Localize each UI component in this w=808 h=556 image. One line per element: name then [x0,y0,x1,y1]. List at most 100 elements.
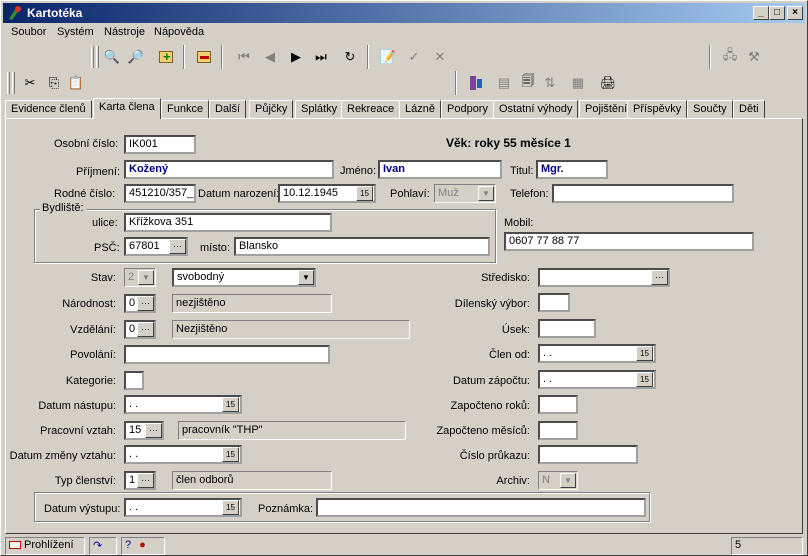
archiv-select[interactable]: N ▼ [538,471,578,490]
chevron-down-icon[interactable]: ▼ [560,473,576,488]
tab-evidence-clenu[interactable]: Evidence členů [5,100,92,118]
next-record-icon[interactable]: ▶ [285,46,307,68]
tab-karta-clena[interactable]: Karta člena [93,98,161,119]
tab-prispevky[interactable]: Příspěvky [627,100,688,118]
tab-deti[interactable]: Děti [733,100,765,118]
chevron-down-icon[interactable]: ▼ [478,186,494,201]
chevron-down-icon[interactable]: ▼ [298,270,314,285]
calendar-icon[interactable]: 15 [636,372,653,387]
pohlavi-select[interactable]: Muž ▼ [434,184,496,203]
rodne-cislo-label: Rodné číslo: [54,188,116,200]
cislo-prukazu-field[interactable] [538,445,638,464]
cut-icon[interactable]: ✂ [19,72,41,94]
record-count: 5 [731,537,803,555]
toolbar-grip[interactable] [91,46,94,68]
previous-record-icon[interactable]: ◀ [259,46,281,68]
toolbar-grip[interactable] [7,72,10,94]
find-icon[interactable]: 🔍 [101,46,123,68]
zapocteno-roku-field[interactable] [538,395,578,414]
lookup-icon[interactable]: ··· [137,322,154,337]
documents-icon[interactable]: 🗐 [517,72,539,94]
lookup-icon[interactable]: ··· [137,296,154,311]
cancel-icon[interactable]: ✕ [429,46,451,68]
menu-napoveda[interactable]: Nápověda [154,26,204,38]
close-button[interactable]: × [787,6,803,20]
calendar-icon[interactable]: 15 [636,346,653,361]
dilensky-vybor-field[interactable] [538,293,570,312]
copy-icon[interactable]: ⎘ [43,72,65,94]
lookup-icon[interactable]: ··· [651,270,668,285]
maximize-button[interactable]: □ [769,6,785,20]
calculator-icon[interactable]: ▤ [493,72,515,94]
datum-nastupu-field[interactable]: . . 15 [124,395,242,414]
lookup-icon[interactable]: ··· [145,423,162,438]
osobni-cislo-field[interactable]: IK001 [124,135,196,154]
add-record-icon[interactable]: + [155,46,177,68]
datum-zapoctu-field[interactable]: . . 15 [538,370,656,389]
zapocteno-mesicu-field[interactable] [538,421,578,440]
toolbar-grip[interactable] [12,72,15,94]
tab-pujcky[interactable]: Půjčky [249,100,294,118]
minimize-button[interactable]: _ [753,6,769,20]
prijmeni-field[interactable]: Kožený [124,160,334,179]
vzdelani-code-field[interactable]: 0 ··· [124,320,156,339]
tab-ostatni-vyhody[interactable]: Ostatní výhody [493,100,579,118]
tab-pojisteni[interactable]: Pojištění [579,100,634,118]
calendar-icon[interactable]: 15 [222,447,239,462]
toolbar-grip[interactable] [96,46,99,68]
calendar-icon[interactable]: 15 [222,397,239,412]
narodnost-code-field[interactable]: 0 ··· [124,294,156,313]
jmeno-field[interactable]: Ivan [378,160,502,179]
datum-vystupu-field[interactable]: . . 15 [124,498,242,517]
tab-soucty[interactable]: Součty [687,100,733,118]
tab-splatky[interactable]: Splátky [295,100,344,118]
typ-clenstvi-code-field[interactable]: 1 ··· [124,471,156,490]
print-preview-icon[interactable]: 🖨 [597,72,619,94]
menu-soubor[interactable]: Soubor [11,26,46,38]
menu-nastroje[interactable]: Nástroje [104,26,145,38]
povolani-field[interactable] [124,345,330,364]
table-icon[interactable]: ▦ [567,72,589,94]
first-record-icon[interactable]: ⏮ [233,46,255,68]
title-bar[interactable]: Kartotéka _ □ × [3,3,805,23]
edit-icon[interactable]: 📝 [377,46,399,68]
kategorie-field[interactable] [124,371,144,390]
last-record-icon[interactable]: ⏭ [310,46,332,68]
usek-field[interactable] [538,319,596,338]
pracovni-vztah-code-field[interactable]: 15 ··· [124,421,164,440]
datum-zmeny-vztahu-field[interactable]: . . 15 [124,445,242,464]
tab-podpory[interactable]: Podpory [441,100,494,118]
psc-field[interactable]: 67801 ··· [124,237,188,256]
tools-icon[interactable]: ⚒ [743,46,765,68]
menu-system[interactable]: Systém [57,26,94,38]
transfer-icon[interactable]: ⇅ [539,72,561,94]
stav-code-select[interactable]: 2 ▼ [124,268,156,287]
refresh-icon[interactable]: ↻ [339,46,361,68]
calendar-icon[interactable]: 15 [356,186,373,201]
lookup-icon[interactable]: ··· [137,473,154,488]
stav-select[interactable]: svobodný ▼ [172,268,316,287]
lookup-icon[interactable]: ··· [169,239,186,254]
chart-icon[interactable] [465,72,487,94]
find-next-icon[interactable]: 🔎 [125,46,147,68]
tab-rekreace[interactable]: Rekreace [341,100,401,118]
paste-icon[interactable]: 📋 [65,72,87,94]
network-icon[interactable]: 🖧 [719,46,741,68]
confirm-icon[interactable]: ✓ [403,46,425,68]
tab-dalsi[interactable]: Další [209,100,247,118]
rodne-cislo-field[interactable]: 451210/357_ [124,184,196,203]
ulice-field[interactable]: Křížkova 351 [124,213,332,232]
delete-record-icon[interactable] [193,46,215,68]
titul-field[interactable]: Mgr. [536,160,608,179]
misto-field[interactable]: Blansko [234,237,490,256]
calendar-icon[interactable]: 15 [222,500,239,515]
poznamka-field[interactable] [316,498,646,517]
mobil-field[interactable]: 0607 77 88 77 [504,232,754,251]
tab-lazne[interactable]: Lázně [399,100,441,118]
datum-narozeni-field[interactable]: 10.12.1945 15 [278,184,376,203]
clen-od-field[interactable]: . . 15 [538,344,656,363]
telefon-field[interactable] [552,184,734,203]
tab-funkce[interactable]: Funkce [161,100,210,118]
stredisko-field[interactable]: ··· [538,268,670,287]
chevron-down-icon[interactable]: ▼ [138,270,154,285]
